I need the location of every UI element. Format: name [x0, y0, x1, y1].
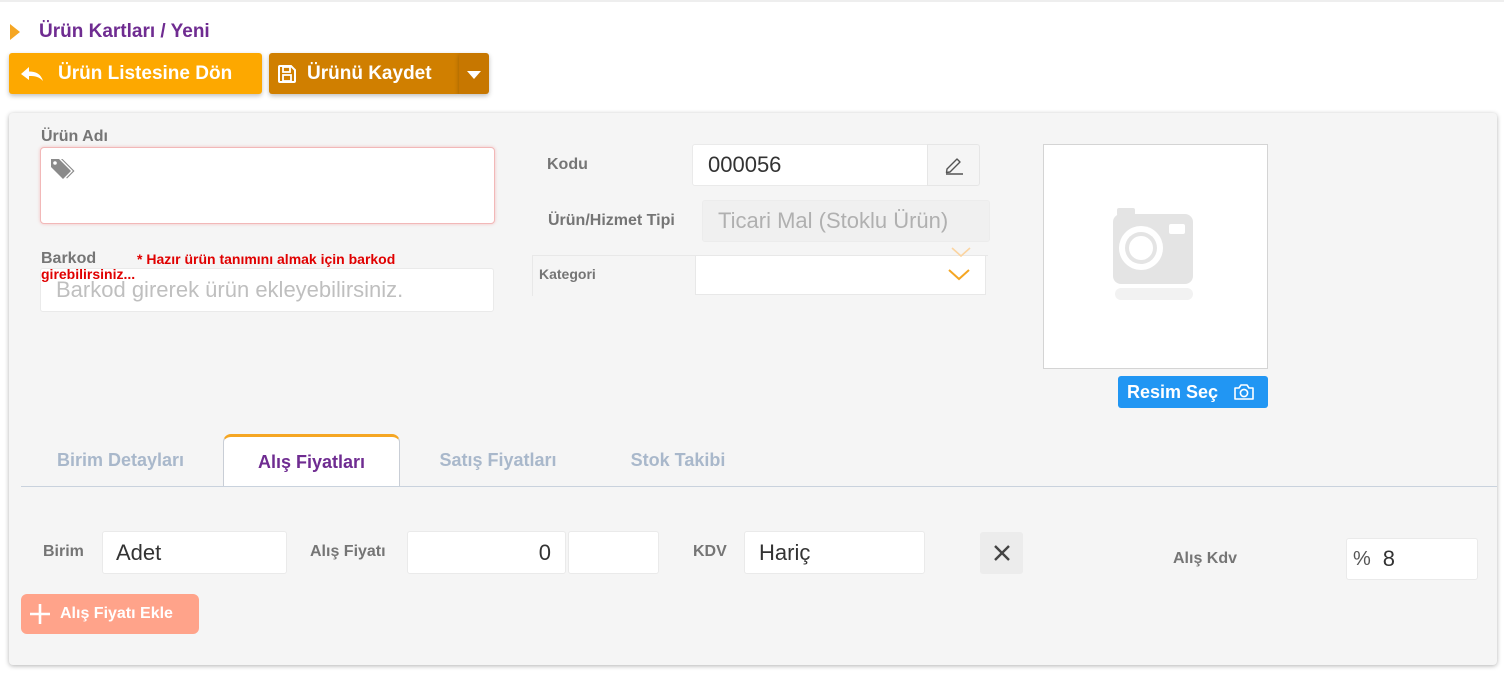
type-field: Ticari Mal (Stoklu Ürün)	[702, 200, 990, 242]
vat-rate-label: Alış Kdv	[1173, 550, 1238, 567]
purchase-price-input[interactable]: 0	[407, 531, 566, 574]
vat-label: KDV	[693, 543, 727, 560]
vat-rate-prefix: %	[1353, 547, 1371, 570]
vat-select[interactable]: Hariç	[744, 531, 925, 574]
tag-icon	[51, 159, 75, 179]
camera-placeholder-icon	[1112, 207, 1193, 300]
camera-icon	[1234, 384, 1254, 400]
tab-purchase-prices-label: Alış Fiyatları	[257, 451, 366, 472]
purchase-price-label: Alış Fiyatı	[310, 543, 386, 560]
breadcrumb-text: Ürün Kartları / Yeni	[39, 21, 210, 42]
save-product-button[interactable]: Ürünü Kaydet	[269, 53, 459, 94]
tab-stock-tracking[interactable]: Stok Takibi	[605, 434, 751, 486]
back-to-list-button[interactable]: Ürün Listesine Dön	[9, 53, 262, 94]
unit-value: Adet	[116, 539, 162, 565]
edit-code-button[interactable]	[927, 144, 980, 186]
product-image-box	[1043, 144, 1268, 369]
type-label: Ürün/Hizmet Tipi	[548, 212, 675, 229]
barcode-hint: * Hazır ürün tanımını almak için barkod …	[41, 251, 396, 282]
chevron-down-icon	[951, 247, 971, 258]
select-image-label: Resim Seç	[1127, 381, 1219, 402]
tab-purchase-prices[interactable]: Alış Fiyatları	[223, 434, 400, 487]
save-options-dropdown[interactable]	[459, 53, 489, 94]
category-dropdown-icon[interactable]	[947, 268, 971, 282]
add-purchase-price-button[interactable]: Alış Fiyatı Ekle	[21, 594, 199, 634]
pencil-icon	[945, 158, 963, 175]
product-name-input[interactable]	[40, 147, 495, 224]
breadcrumb: Ürün Kartları / Yeni	[10, 20, 210, 44]
tab-unit-details-label: Birim Detayları	[56, 449, 185, 470]
code-value: 000056	[708, 152, 782, 177]
category-label: Kategori	[539, 266, 596, 282]
top-border	[0, 0, 1504, 2]
tab-unit-details[interactable]: Birim Detayları	[38, 434, 203, 486]
plus-icon	[30, 604, 50, 624]
tab-sales-prices[interactable]: Satış Fiyatları	[420, 434, 576, 486]
caret-down-icon	[467, 70, 481, 79]
tab-stock-tracking-label: Stok Takibi	[630, 449, 726, 470]
type-value: Ticari Mal (Stoklu Ürün)	[718, 208, 949, 233]
remove-price-button[interactable]	[980, 532, 1023, 574]
code-label: Kodu	[547, 156, 588, 173]
category-select[interactable]	[695, 255, 986, 295]
tab-sales-prices-label: Satış Fiyatları	[439, 449, 557, 470]
currency-select[interactable]	[568, 531, 659, 574]
unit-label: Birim	[43, 543, 84, 560]
save-product-label: Ürünü Kaydet	[307, 62, 432, 84]
unit-input[interactable]: Adet	[102, 531, 287, 574]
purchase-price-value: 0	[538, 539, 551, 565]
select-image-button[interactable]: Resim Seç	[1118, 376, 1268, 408]
vat-value: Hariç	[759, 539, 811, 565]
back-to-list-label: Ürün Listesine Dön	[58, 62, 233, 84]
product-name-label: Ürün Adı	[41, 128, 108, 145]
tab-divider	[21, 486, 1497, 487]
add-purchase-price-label: Alış Fiyatı Ekle	[60, 605, 173, 622]
breadcrumb-arrow-icon	[10, 24, 20, 40]
floppy-disk-icon	[278, 64, 296, 83]
code-input[interactable]: 000056	[692, 144, 928, 186]
close-icon	[993, 545, 1010, 561]
vat-rate-input[interactable]: % 8	[1346, 538, 1478, 580]
undo-icon	[21, 66, 43, 81]
vat-rate-value: 8	[1382, 546, 1396, 571]
